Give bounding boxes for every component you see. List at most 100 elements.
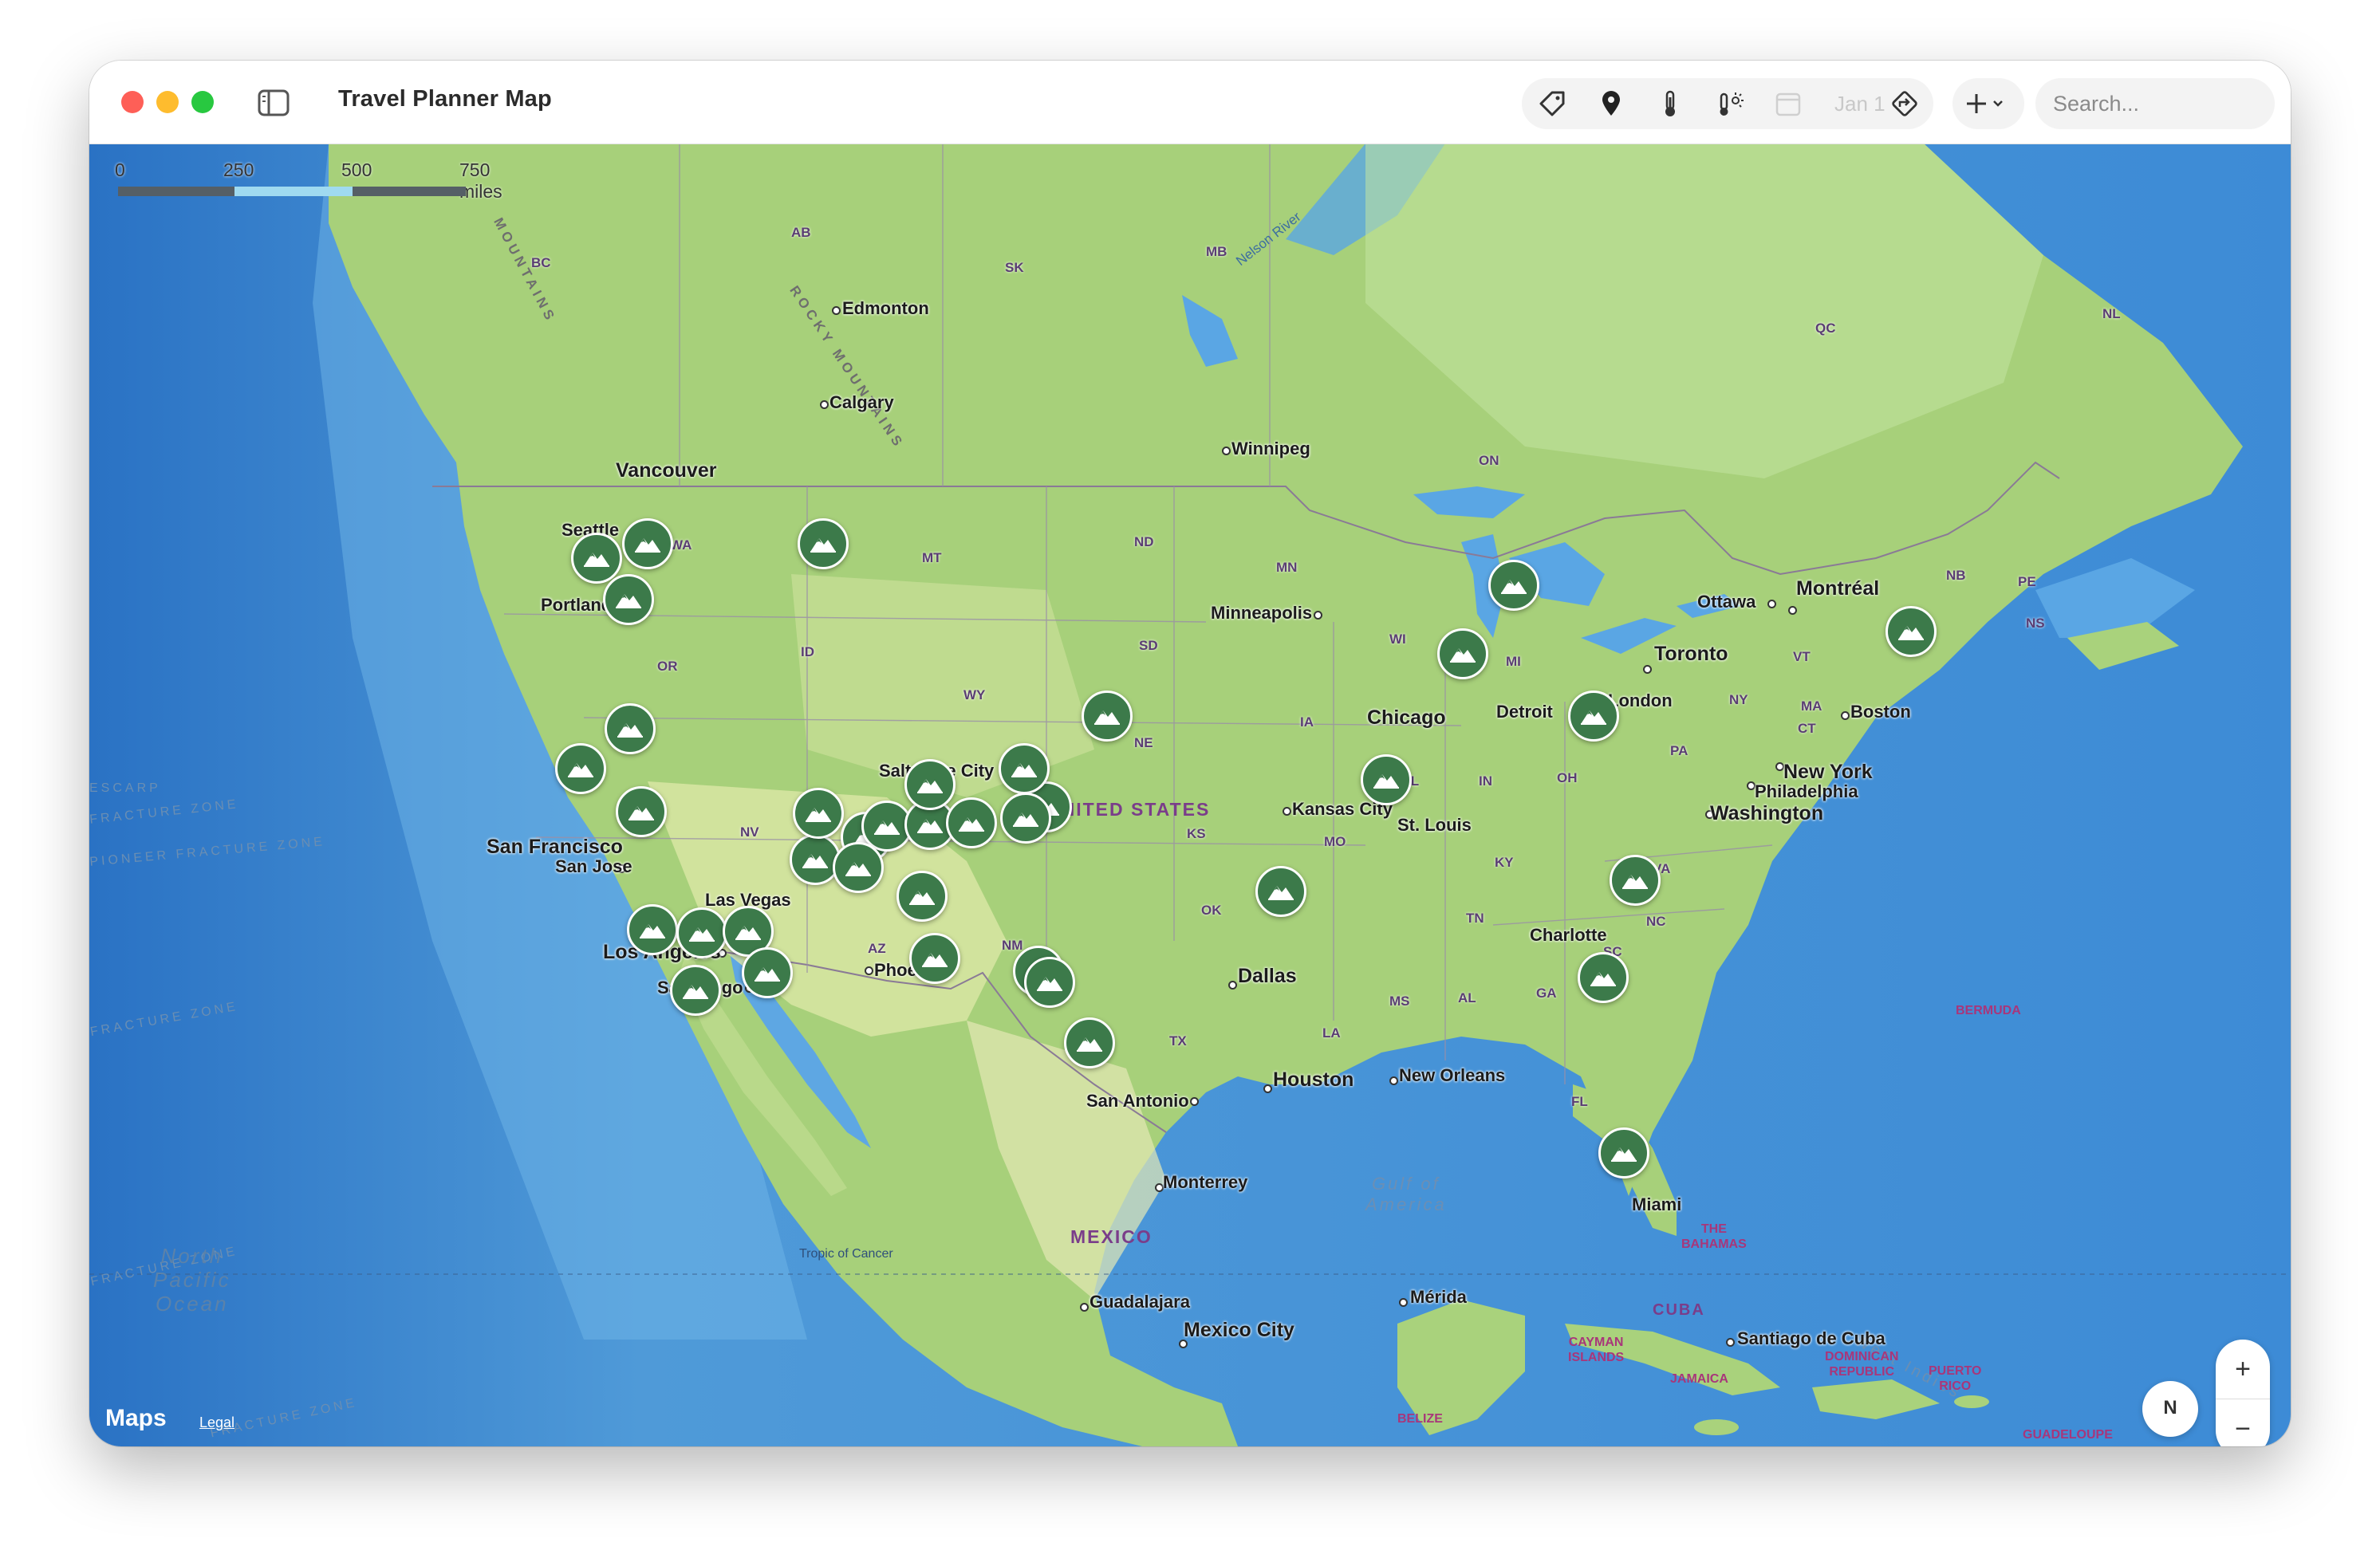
region-label: PA [1670, 743, 1688, 758]
region-label: KY [1495, 855, 1514, 870]
region-label: MA [1801, 698, 1822, 714]
compass-button[interactable]: N [2142, 1381, 2198, 1437]
region-label: AL [1458, 990, 1476, 1005]
park-pin[interactable] [742, 947, 793, 998]
park-pin[interactable] [616, 786, 667, 837]
search-input[interactable] [2035, 78, 2275, 129]
park-pin[interactable] [1361, 754, 1412, 805]
map-view[interactable]: 0 250 500 750 miles ROCKY MOUNTAINS MOUN… [89, 144, 2291, 1446]
region-label: NY [1729, 692, 1748, 707]
island-label: DOMINICAN REPUBLIC [1825, 1350, 1899, 1379]
park-pin[interactable] [676, 907, 727, 958]
mountain-icon [802, 854, 828, 868]
tag-icon[interactable] [1538, 89, 1566, 118]
mountain-icon [1611, 1147, 1637, 1162]
city-dot [1767, 600, 1776, 608]
park-pin[interactable] [1082, 691, 1133, 742]
zoom-window-button[interactable] [191, 91, 214, 113]
park-pin[interactable] [1437, 628, 1488, 679]
region-label: VT [1793, 649, 1811, 664]
city-label: Boston [1850, 702, 1911, 722]
scale-label: 0 [115, 159, 125, 180]
park-pin[interactable] [1000, 793, 1051, 844]
region-label: SD [1139, 638, 1158, 653]
park-pin[interactable] [1578, 952, 1629, 1003]
city-dot [1389, 1076, 1398, 1085]
park-pin[interactable] [909, 933, 960, 984]
park-pin[interactable] [833, 842, 884, 893]
city-label: San Jose [555, 856, 632, 876]
zoom-out-button[interactable]: − [2216, 1399, 2270, 1446]
region-label: TN [1466, 911, 1484, 926]
region-label: AB [791, 225, 811, 240]
park-pin[interactable] [1598, 1127, 1649, 1178]
region-label: OR [657, 659, 678, 674]
island-label: CAYMAN ISLANDS [1568, 1336, 1625, 1364]
city-dot [1726, 1338, 1735, 1347]
city-label: Montréal [1796, 577, 1880, 600]
add-menu-button[interactable] [1952, 78, 2024, 129]
mountain-icon [640, 924, 665, 938]
legal-link[interactable]: Legal [199, 1415, 234, 1431]
mountain-icon [917, 779, 943, 793]
city-label: Houston [1273, 1068, 1354, 1091]
region-label: AZ [868, 941, 886, 956]
city-label: Miami [1632, 1194, 1682, 1214]
park-pin[interactable] [605, 703, 656, 754]
location-pin-icon[interactable] [1597, 89, 1625, 118]
park-pin[interactable] [999, 743, 1050, 794]
scale-label: 250 [223, 159, 254, 180]
park-pin[interactable] [1024, 957, 1075, 1008]
thermometer-icon[interactable] [1656, 89, 1685, 118]
park-pin[interactable] [571, 533, 622, 584]
sun-thermometer-icon[interactable] [1715, 89, 1744, 118]
directions-icon[interactable] [1890, 89, 1919, 118]
park-pin[interactable] [1885, 606, 1937, 657]
city-dot [1228, 981, 1237, 990]
park-pin[interactable] [798, 518, 849, 569]
city-label: Minneapolis [1211, 603, 1313, 623]
park-pin[interactable] [1568, 691, 1619, 742]
park-pin[interactable] [1064, 1017, 1115, 1068]
mountain-icon [617, 723, 643, 738]
city-label: Dallas [1238, 965, 1297, 987]
region-label: MN [1276, 560, 1298, 575]
park-pin[interactable] [946, 797, 997, 848]
minimize-button[interactable] [156, 91, 179, 113]
park-pin[interactable] [622, 518, 673, 569]
park-pin[interactable] [555, 743, 606, 794]
mountain-icon [1450, 648, 1476, 663]
park-pin[interactable] [896, 871, 948, 922]
park-pin[interactable] [670, 965, 721, 1016]
park-pin[interactable] [1610, 855, 1661, 906]
toolbar-group: Jan 1 [1522, 78, 1933, 129]
park-pin[interactable] [627, 904, 678, 955]
region-label: NV [740, 824, 759, 840]
sidebar-toggle-icon[interactable] [255, 85, 292, 121]
region-label: ON [1479, 453, 1499, 468]
park-pin[interactable] [793, 788, 844, 839]
mountain-icon [1898, 626, 1924, 640]
country-label: MEXICO [1070, 1226, 1153, 1247]
mountain-icon [1013, 813, 1038, 827]
region-label: WA [670, 537, 692, 553]
region-label: MO [1324, 834, 1346, 849]
region-label: NL [2102, 306, 2121, 321]
park-pin[interactable] [603, 574, 654, 625]
region-label: BC [531, 255, 551, 270]
zoom-in-button[interactable]: + [2216, 1340, 2270, 1399]
region-label: NM [1002, 938, 1023, 953]
close-button[interactable] [121, 91, 144, 113]
park-pin[interactable] [904, 759, 956, 810]
map-base [89, 144, 2291, 1446]
mountain-icon [959, 817, 984, 832]
mountain-icon [1077, 1037, 1102, 1052]
park-pin[interactable] [1255, 866, 1306, 917]
city-dot [832, 306, 841, 315]
city-label: Mérida [1410, 1287, 1467, 1307]
zoom-control: + − [2216, 1340, 2270, 1446]
park-pin[interactable] [1488, 560, 1539, 611]
island-label: PUERTO RICO [1929, 1364, 1982, 1393]
scale-bar: 0 250 500 750 miles [115, 159, 502, 207]
maps-logo: Maps [105, 1405, 167, 1431]
